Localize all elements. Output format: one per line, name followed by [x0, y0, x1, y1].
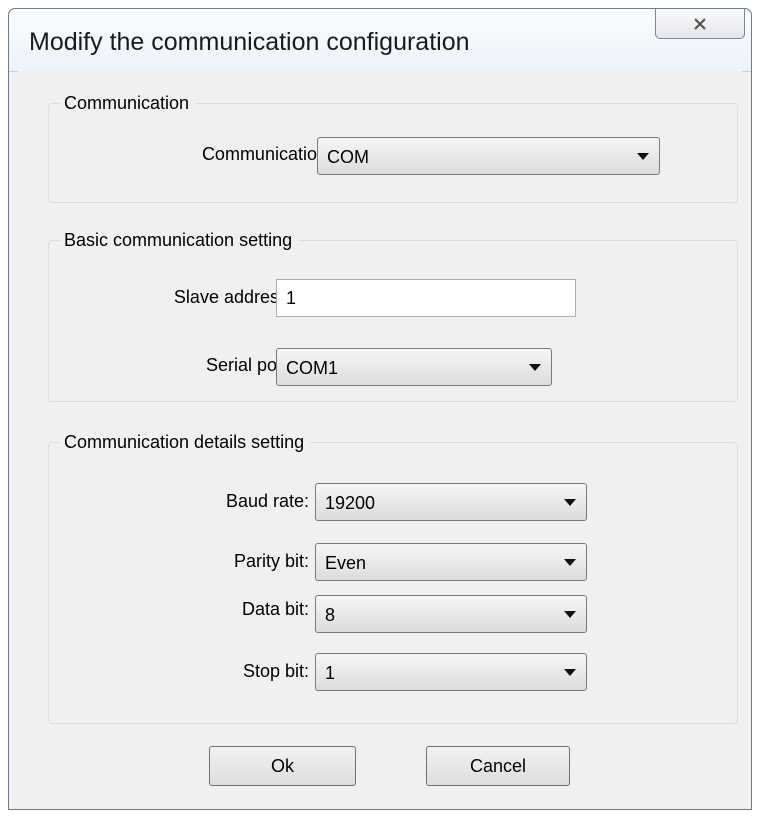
chevron-down-icon: [637, 153, 649, 160]
close-x-icon: [694, 17, 706, 30]
data-bit-select-value: 8: [325, 605, 336, 625]
basic-communication-group: Basic communication setting Slave addres…: [48, 229, 738, 402]
baud-rate-select[interactable]: 19200: [315, 483, 587, 521]
communication-details-group: Communication details setting Baud rate:…: [48, 431, 738, 724]
communication-select-value: COM: [327, 147, 369, 167]
chevron-down-icon: [564, 499, 576, 506]
chevron-down-icon: [564, 669, 576, 676]
dialog-client-area: Communication Communication: COM Basic c…: [18, 71, 742, 801]
chevron-down-icon: [564, 559, 576, 566]
dialog-window: Modify the communication configuration C…: [8, 8, 752, 810]
baud-rate-label: Baud rate:: [225, 491, 309, 511]
data-bit-select[interactable]: 8: [315, 595, 587, 633]
communication-group-legend: Communication: [59, 92, 196, 114]
parity-bit-select-value: Even: [325, 553, 367, 573]
communication-label: Communication:: [201, 144, 332, 164]
basic-communication-group-legend: Basic communication setting: [59, 229, 299, 251]
parity-bit-select[interactable]: Even: [315, 543, 587, 581]
chevron-down-icon: [564, 611, 576, 618]
slave-address-field[interactable]: [276, 279, 576, 317]
communication-select[interactable]: COM: [317, 137, 660, 175]
data-bit-label: Data bit:: [241, 599, 309, 619]
stop-bit-select-value: 1: [325, 663, 336, 683]
communication-details-group-legend: Communication details setting: [59, 431, 311, 453]
cancel-button[interactable]: Cancel: [426, 746, 570, 786]
serial-port-select[interactable]: COM1: [276, 348, 552, 386]
slave-address-input[interactable]: [286, 288, 556, 309]
title-bar[interactable]: Modify the communication configuration: [9, 9, 751, 72]
communication-group: Communication Communication: COM: [48, 92, 738, 203]
baud-rate-select-value: 19200: [325, 493, 376, 513]
stop-bit-select[interactable]: 1: [315, 653, 587, 691]
dialog-title: Modify the communication configuration: [29, 28, 470, 56]
parity-bit-label: Parity bit:: [233, 551, 309, 571]
serial-port-select-value: COM1: [286, 358, 339, 378]
stop-bit-label: Stop bit:: [242, 661, 309, 681]
close-button[interactable]: [655, 9, 745, 39]
ok-button[interactable]: Ok: [209, 746, 356, 786]
chevron-down-icon: [529, 364, 541, 371]
